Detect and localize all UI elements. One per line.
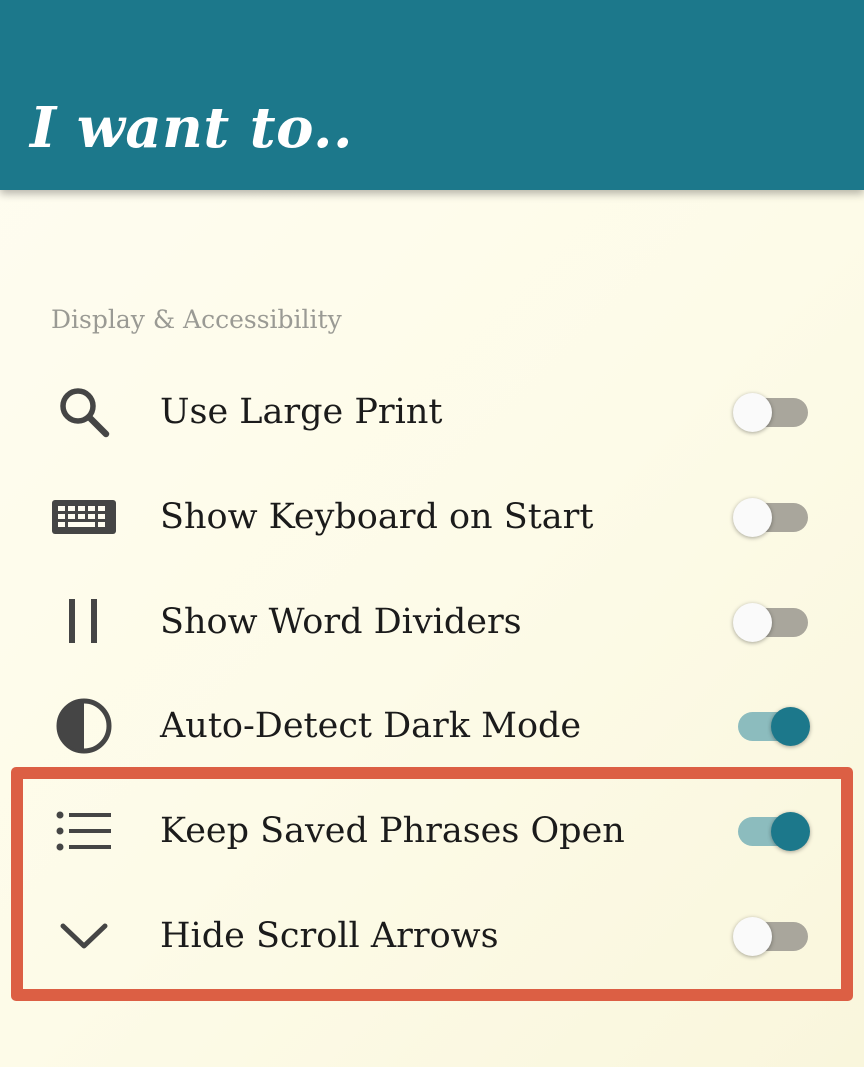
setting-label: Show Word Dividers — [160, 602, 522, 642]
app-bar: I want to.. — [0, 0, 864, 190]
show-word-dividers-toggle[interactable] — [730, 598, 814, 646]
keep-saved-phrases-open-toggle[interactable] — [730, 807, 814, 855]
setting-row-keep-saved-phrases-open[interactable]: Keep Saved Phrases Open — [0, 779, 864, 883]
chevron-down-icon — [44, 906, 124, 966]
section-header-display-accessibility: Display & Accessibility — [51, 305, 342, 334]
auto-detect-dark-mode-toggle[interactable] — [730, 702, 814, 750]
setting-label: Hide Scroll Arrows — [160, 916, 499, 956]
setting-row-hide-scroll-arrows[interactable]: Hide Scroll Arrows — [0, 884, 864, 988]
contrast-icon — [44, 696, 124, 756]
toggle-thumb — [733, 917, 772, 956]
app-title: I want to.. — [30, 95, 353, 161]
setting-row-show-keyboard-on-start[interactable]: Show Keyboard on Start — [0, 465, 864, 569]
toggle-thumb — [771, 812, 810, 851]
toggle-thumb — [733, 393, 772, 432]
magnifier-icon — [44, 382, 124, 442]
setting-label: Keep Saved Phrases Open — [160, 811, 625, 851]
toggle-thumb — [771, 707, 810, 746]
setting-row-auto-detect-dark-mode[interactable]: Auto-Detect Dark Mode — [0, 674, 864, 778]
setting-label: Auto-Detect Dark Mode — [160, 706, 582, 746]
use-large-print-toggle[interactable] — [730, 388, 814, 436]
list-icon — [44, 801, 124, 861]
show-keyboard-on-start-toggle[interactable] — [730, 493, 814, 541]
toggle-thumb — [733, 498, 772, 537]
toggle-thumb — [733, 603, 772, 642]
keyboard-icon — [44, 487, 124, 547]
setting-row-show-word-dividers[interactable]: Show Word Dividers — [0, 570, 864, 674]
hide-scroll-arrows-toggle[interactable] — [730, 912, 814, 960]
word-dividers-icon — [44, 592, 124, 652]
setting-label: Use Large Print — [160, 392, 443, 432]
setting-label: Show Keyboard on Start — [160, 497, 594, 537]
setting-row-use-large-print[interactable]: Use Large Print — [0, 360, 864, 464]
